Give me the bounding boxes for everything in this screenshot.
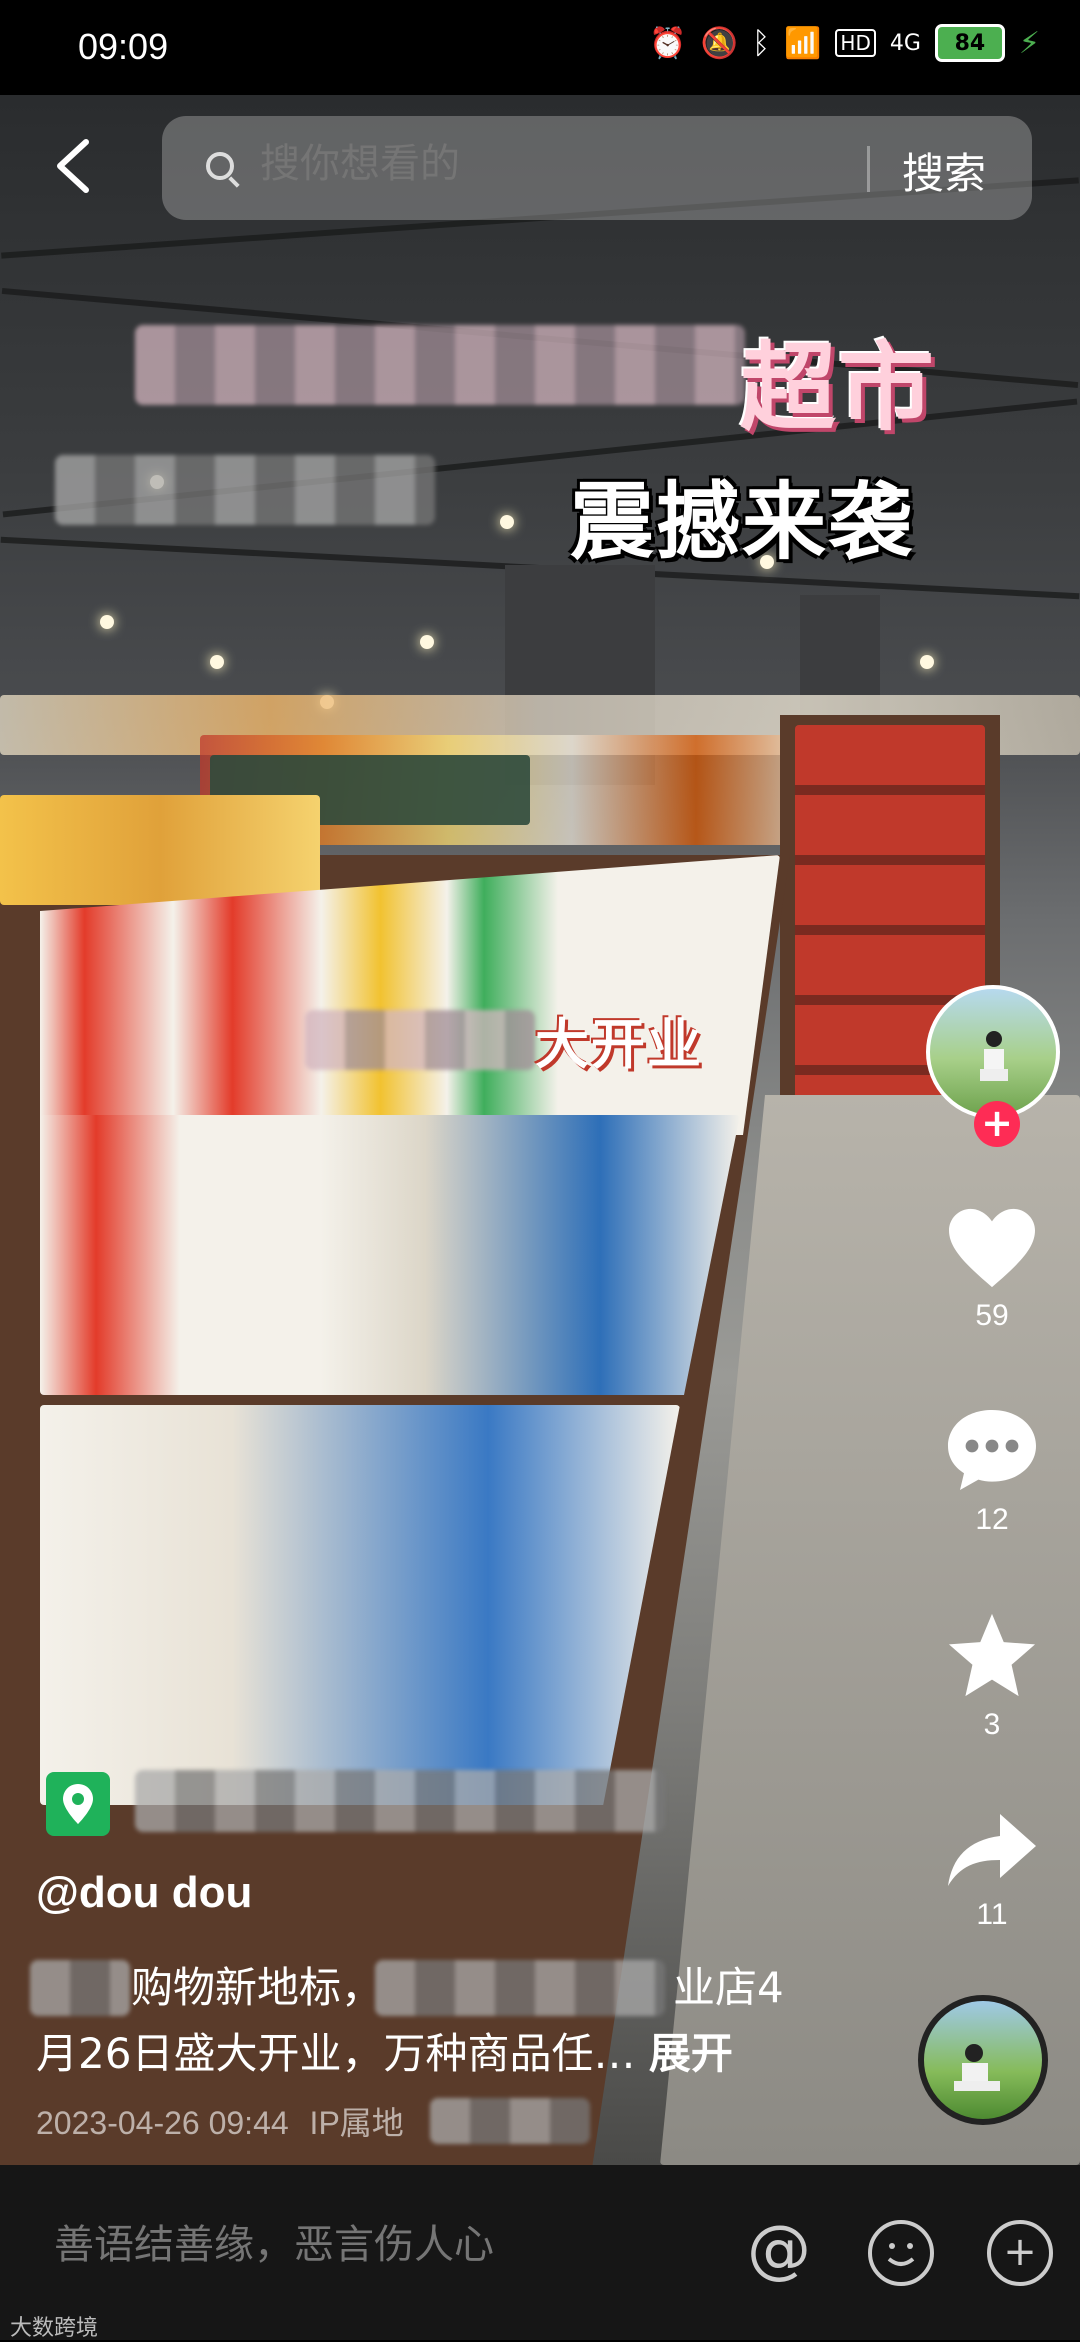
person-figure — [954, 2044, 1000, 2091]
person-figure — [980, 1031, 1008, 1081]
hd-badge: HD — [835, 29, 876, 57]
search-divider — [867, 146, 870, 192]
add-icon[interactable]: + — [987, 2220, 1053, 2286]
follow-button[interactable]: + — [974, 1101, 1020, 1147]
mention-icon[interactable]: @ — [746, 2218, 812, 2286]
music-disc[interactable] — [918, 1995, 1048, 2125]
post-description[interactable]: 购物新地标， 业店4月26日盛大开业，万种商品任… 展开 — [36, 1955, 796, 2087]
top-bar: 搜索 — [0, 110, 1080, 222]
bluetooth-icon: ᛒ — [752, 25, 771, 61]
overlay-opening: 大开业 — [535, 1013, 703, 1076]
post-meta: 2023-04-26 09:44 IP属地 — [36, 2098, 404, 2144]
search-bar[interactable]: 搜索 — [162, 116, 1032, 220]
network-label: 4G — [889, 30, 921, 56]
charging-icon: ⚡ — [1018, 25, 1040, 61]
mute-icon: 🔕 — [700, 25, 739, 61]
alarm-icon: ⏰ — [649, 25, 687, 61]
battery-icon: 84 — [934, 24, 1005, 62]
search-icon — [206, 152, 234, 180]
comment-bar: @ + — [0, 2165, 1080, 2340]
blurred-ip — [430, 2098, 590, 2144]
watermark: 大数跨境 — [10, 2316, 99, 2341]
share-count: 11 — [976, 1898, 1008, 1931]
share-icon — [948, 1814, 1036, 1886]
comment-input[interactable] — [52, 2221, 616, 2269]
favorite-action[interactable]: 3 — [922, 1610, 1062, 1742]
blurred-opening — [305, 1010, 535, 1070]
wifi-icon: 📶 — [784, 25, 822, 61]
favorite-count: 3 — [983, 1708, 1001, 1741]
emoji-icon[interactable] — [868, 2220, 934, 2286]
blurred-title — [135, 325, 745, 405]
heart-icon — [949, 1208, 1035, 1288]
post-date: 2023-04-26 09:44 — [36, 2105, 289, 2141]
comment-count: 12 — [975, 1503, 1009, 1536]
blurred-location[interactable] — [135, 1770, 665, 1832]
video-player[interactable]: 超市 震撼来袭 大开业 — [0, 95, 1080, 2165]
overlay-title: 超市 — [740, 332, 936, 444]
author-username[interactable]: @dou dou — [36, 1868, 252, 1918]
comment-icon — [948, 1410, 1036, 1490]
overlay-subtitle: 震撼来袭 — [570, 473, 915, 571]
author-avatar[interactable]: + — [926, 985, 1060, 1147]
location-icon[interactable] — [46, 1772, 110, 1836]
status-icons: ⏰ 🔕 ᛒ 📶 HD 4G 84 ⚡ — [649, 24, 1040, 62]
expand-button[interactable]: 展开 — [649, 2029, 733, 2078]
description-part1: 购物新地标， — [131, 1963, 384, 2012]
share-action[interactable]: 11 — [922, 1810, 1062, 1932]
back-arrow-icon[interactable] — [52, 138, 92, 194]
like-count: 59 — [975, 1299, 1009, 1332]
comment-action[interactable]: 12 — [922, 1405, 1062, 1537]
status-bar: 09:09 ⏰ 🔕 ᛒ 📶 HD 4G 84 ⚡ — [0, 0, 1080, 95]
status-time: 09:09 — [78, 26, 169, 67]
ip-label: IP属地 — [309, 2105, 404, 2141]
search-input[interactable] — [258, 140, 762, 188]
search-button[interactable]: 搜索 — [902, 140, 986, 201]
star-icon — [948, 1613, 1036, 1697]
like-action[interactable]: 59 — [922, 1205, 1062, 1333]
blurred-subtitle — [55, 455, 435, 525]
